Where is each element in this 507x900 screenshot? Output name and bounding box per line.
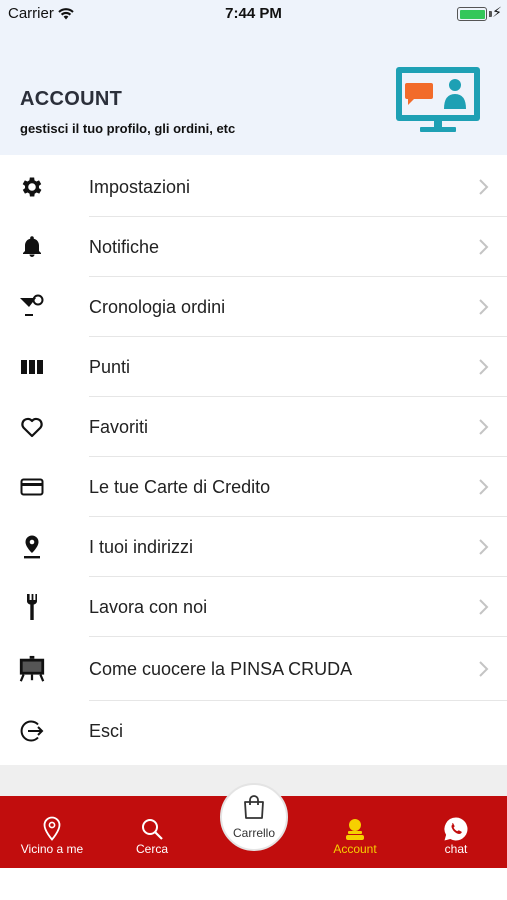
- menu-item-label: Impostazioni: [89, 176, 191, 197]
- tab-cerca[interactable]: Cerca: [122, 796, 182, 868]
- user-icon: [342, 816, 368, 842]
- menu-item-carte-di-credito[interactable]: Le tue Carte di Credito: [0, 457, 507, 517]
- menu-item-label: Favoriti: [89, 416, 149, 437]
- menu-item-label: Esci: [89, 720, 124, 741]
- menu-item-indirizzi[interactable]: I tuoi indirizzi: [0, 517, 507, 577]
- chevron-right-icon: [479, 599, 489, 615]
- menu-item-label: Notifiche: [89, 236, 160, 257]
- bell-icon: [18, 233, 46, 261]
- menu-item-label: Come cuocere la PINSA CRUDA: [89, 658, 353, 679]
- fork-icon: [18, 593, 46, 621]
- charging-icon: ⚡: [492, 4, 502, 20]
- home-indicator-area: [0, 868, 507, 900]
- chevron-right-icon: [479, 539, 489, 555]
- status-bar: Carrier 7:44 PM ⚡: [0, 0, 507, 28]
- cocktail-icon: [18, 293, 46, 321]
- credit-card-icon: [18, 473, 46, 501]
- logout-icon: [18, 717, 46, 745]
- menu-item-label: Punti: [89, 356, 131, 377]
- menu-item-cronologia-ordini[interactable]: Cronologia ordini: [0, 277, 507, 337]
- menu-item-label: Cronologia ordini: [89, 296, 226, 317]
- menu-item-lavora-con-noi[interactable]: Lavora con noi: [0, 577, 507, 637]
- tab-carrello[interactable]: Carrello: [220, 783, 288, 851]
- shopping-bag-icon: [241, 794, 267, 825]
- search-icon: [139, 816, 165, 842]
- menu-item-notifiche[interactable]: Notifiche: [0, 217, 507, 277]
- computer-profile-icon: [396, 67, 480, 132]
- easel-icon: [18, 655, 46, 683]
- whatsapp-icon: [443, 816, 469, 842]
- menu-item-impostazioni[interactable]: Impostazioni: [0, 157, 507, 217]
- chevron-right-icon: [479, 661, 489, 677]
- account-header: ACCOUNT gestisci il tuo profilo, gli ord…: [0, 28, 507, 155]
- menu-item-punti[interactable]: Punti: [0, 337, 507, 397]
- chevron-right-icon: [479, 179, 489, 195]
- chevron-right-icon: [479, 479, 489, 495]
- page-title: ACCOUNT: [20, 88, 123, 110]
- clock: 7:44 PM: [225, 5, 282, 22]
- chevron-right-icon: [479, 239, 489, 255]
- account-menu: Impostazioni Notifiche Cronologia ordini…: [0, 157, 507, 761]
- menu-item-label: Lavora con noi: [89, 596, 208, 617]
- location-pin-icon: [18, 533, 46, 561]
- menu-item-label: Le tue Carte di Credito: [89, 476, 271, 497]
- menu-item-favoriti[interactable]: Favoriti: [0, 397, 507, 457]
- page-subtitle: gestisci il tuo profilo, gli ordini, etc: [20, 121, 236, 136]
- location-pin-icon: [39, 816, 65, 842]
- chevron-right-icon: [479, 419, 489, 435]
- columns-icon: [18, 353, 46, 381]
- menu-item-esci[interactable]: Esci: [0, 701, 507, 761]
- tab-chat[interactable]: chat: [426, 796, 486, 868]
- tab-account[interactable]: Account: [325, 796, 385, 868]
- battery-icon: [457, 7, 487, 21]
- tab-vicino-a-me[interactable]: Vicino a me: [14, 796, 90, 868]
- heart-icon: [18, 413, 46, 441]
- menu-item-come-cuocere[interactable]: Come cuocere la PINSA CRUDA: [0, 637, 507, 701]
- chevron-right-icon: [479, 299, 489, 315]
- chevron-right-icon: [479, 359, 489, 375]
- gear-icon: [18, 173, 46, 201]
- menu-item-label: I tuoi indirizzi: [89, 536, 194, 557]
